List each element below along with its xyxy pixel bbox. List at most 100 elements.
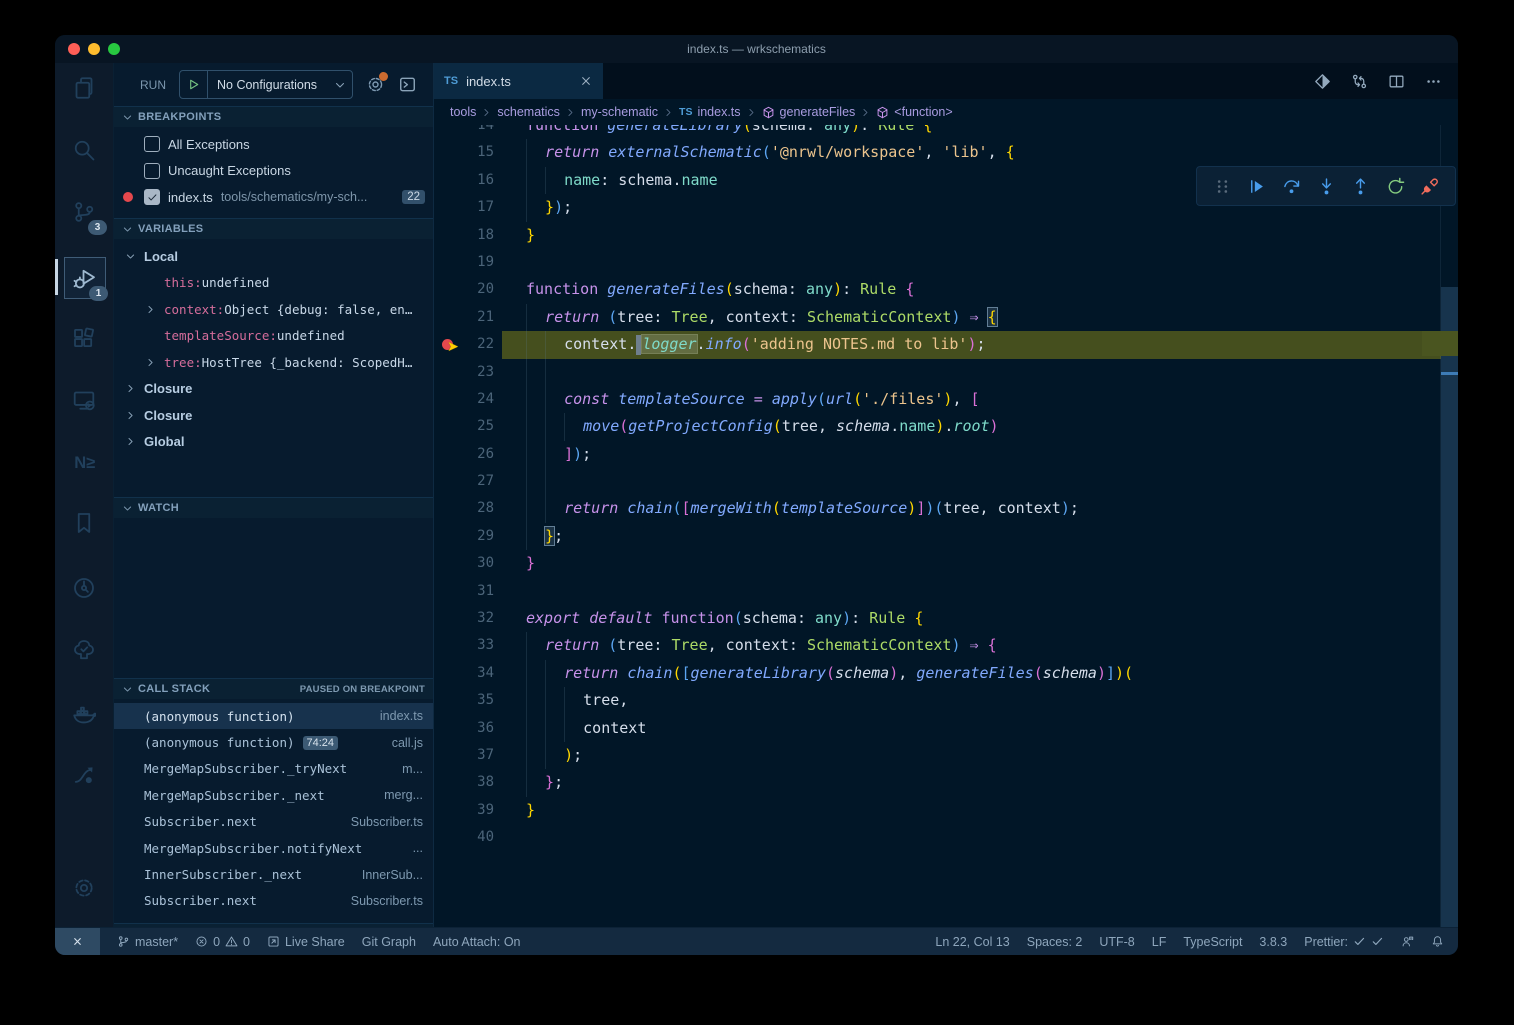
status-live-share[interactable]: Live Share: [267, 935, 345, 949]
code-line[interactable]: 29};: [434, 523, 1458, 550]
variable-row[interactable]: templateSource: undefined: [114, 323, 433, 350]
line-number[interactable]: 17: [434, 194, 494, 221]
activity-item-bookmarks[interactable]: [64, 503, 104, 543]
variable-row[interactable]: tree: HostTree {_backend: ScopedH…: [114, 349, 433, 376]
call-stack-frame[interactable]: MergeMapSubscriber.notifyNext...: [114, 835, 433, 861]
compare-changes-button[interactable]: [1351, 73, 1368, 90]
code-line[interactable]: 31: [434, 578, 1458, 605]
breadcrumb-item[interactable]: my-schematic: [581, 105, 658, 119]
status-feedback[interactable]: [1401, 935, 1414, 948]
code-line[interactable]: 34return chain([generateLibrary(schema),…: [434, 660, 1458, 687]
status-eol[interactable]: LF: [1152, 935, 1167, 949]
zoom-window-button[interactable]: [108, 43, 120, 55]
line-number[interactable]: 32: [434, 605, 494, 632]
code-line[interactable]: ➤22context.logger.info('adding NOTES.md …: [434, 331, 1458, 358]
code-line[interactable]: 15return externalSchematic('@nrwl/worksp…: [434, 139, 1458, 166]
breadcrumb-item[interactable]: generateFiles: [762, 105, 856, 119]
step-into-button[interactable]: [1317, 177, 1336, 196]
minimize-window-button[interactable]: [88, 43, 100, 55]
activity-item-nx-console[interactable]: N≥: [64, 442, 104, 482]
restart-button[interactable]: [1386, 177, 1405, 196]
code-line[interactable]: 18}: [434, 222, 1458, 249]
status-cursor-position[interactable]: Ln 22, Col 13: [935, 935, 1009, 949]
call-stack-frame[interactable]: (anonymous function)74:24call.js: [114, 729, 433, 755]
breakpoint-checkbox[interactable]: [144, 163, 160, 179]
line-number[interactable]: 34: [434, 660, 494, 687]
line-number[interactable]: 21: [434, 304, 494, 331]
status-language[interactable]: TypeScript: [1183, 935, 1242, 949]
start-debugging-button[interactable]: [180, 71, 208, 98]
code-line[interactable]: 28return chain([mergeWith(templateSource…: [434, 495, 1458, 522]
line-number[interactable]: 16: [434, 167, 494, 194]
breakpoint-row[interactable]: Uncaught Exceptions: [114, 158, 433, 185]
code-line[interactable]: 37);: [434, 742, 1458, 769]
continue-button[interactable]: [1247, 177, 1266, 196]
code-line[interactable]: 20function generateFiles(schema: any): R…: [434, 276, 1458, 303]
line-number[interactable]: 35: [434, 687, 494, 714]
breadcrumb-item[interactable]: schematics: [497, 105, 560, 119]
line-number[interactable]: 39: [434, 797, 494, 824]
breakpoint-row[interactable]: All Exceptions: [114, 131, 433, 158]
breakpoint-row[interactable]: index.tstools/schematics/my-sch...22: [114, 184, 433, 211]
status-auto-attach[interactable]: Auto Attach: On: [433, 935, 521, 949]
line-number[interactable]: 28: [434, 495, 494, 522]
line-number[interactable]: 29: [434, 523, 494, 550]
line-number[interactable]: 26: [434, 441, 494, 468]
code-line[interactable]: 40: [434, 824, 1458, 851]
line-number[interactable]: 24: [434, 386, 494, 413]
line-number[interactable]: 25: [434, 413, 494, 440]
variables-scope-row[interactable]: Local: [114, 243, 433, 270]
code-line[interactable]: 14function generateLibrary(schema: any):…: [434, 125, 1458, 139]
breakpoint-checkbox[interactable]: [144, 136, 160, 152]
code-line[interactable]: 32export default function(schema: any): …: [434, 605, 1458, 632]
step-over-button[interactable]: [1282, 177, 1301, 196]
activity-item-explorer[interactable]: [64, 68, 104, 108]
activity-item-settings[interactable]: [64, 868, 104, 908]
status-prettier[interactable]: Prettier:: [1304, 935, 1384, 949]
line-number[interactable]: 38: [434, 769, 494, 796]
code-line[interactable]: 23: [434, 359, 1458, 386]
disconnect-button[interactable]: [1420, 177, 1439, 196]
activity-item-search[interactable]: [64, 130, 104, 170]
open-changes-button[interactable]: [1314, 73, 1331, 90]
status-problems[interactable]: 00: [195, 935, 250, 949]
line-number[interactable]: 37: [434, 742, 494, 769]
variable-row[interactable]: this: undefined: [114, 270, 433, 297]
scrollbar-slider[interactable]: [1441, 287, 1458, 927]
close-icon[interactable]: [579, 74, 593, 88]
code-line[interactable]: 21return (tree: Tree, context: Schematic…: [434, 304, 1458, 331]
code-line[interactable]: 33return (tree: Tree, context: Schematic…: [434, 632, 1458, 659]
code-editor[interactable]: 14function generateLibrary(schema: any):…: [434, 125, 1458, 927]
variables-scope-row[interactable]: Closure: [114, 402, 433, 429]
activity-item-test-explorer[interactable]: [64, 630, 104, 670]
call-stack-frame[interactable]: MergeMapSubscriber._nextmerg...: [114, 782, 433, 808]
call-stack-frame[interactable]: (anonymous function)index.ts: [114, 703, 433, 729]
activity-item-run-and-debug[interactable]: 1: [64, 257, 106, 299]
editor-scrollbar[interactable]: [1440, 125, 1458, 927]
variable-row[interactable]: context: Object {debug: false, en…: [114, 296, 433, 323]
tab-index-ts[interactable]: TS index.ts: [434, 63, 603, 99]
line-number[interactable]: 22: [434, 331, 494, 358]
configure-gear-button[interactable]: [366, 75, 385, 94]
status-notifications[interactable]: [1431, 935, 1444, 948]
launch-configurations-dropdown[interactable]: No Configurations: [179, 70, 353, 99]
variables-scope-row[interactable]: Global: [114, 429, 433, 456]
activity-item-remote-explorer[interactable]: [64, 380, 104, 420]
status-git-branch[interactable]: master*: [117, 935, 178, 949]
status-indentation[interactable]: Spaces: 2: [1027, 935, 1083, 949]
activity-item-extensions[interactable]: [64, 318, 104, 358]
call-stack-frame[interactable]: InnerSubscriber._nextInnerSub...: [114, 861, 433, 887]
step-out-button[interactable]: [1351, 177, 1370, 196]
section-header-breakpoints[interactable]: BREAKPOINTS: [114, 106, 433, 127]
code-line[interactable]: 38};: [434, 769, 1458, 796]
breadcrumb-item[interactable]: <function>: [876, 105, 952, 119]
breadcrumb[interactable]: toolsschematicsmy-schematicTSindex.tsgen…: [434, 99, 1458, 125]
breadcrumb-item[interactable]: TSindex.ts: [679, 105, 741, 119]
code-line[interactable]: 25move(getProjectConfig(tree, schema.nam…: [434, 413, 1458, 440]
code-line[interactable]: 24const templateSource = apply(url('./fi…: [434, 386, 1458, 413]
drag-handle-button[interactable]: [1213, 177, 1232, 196]
line-number[interactable]: 33: [434, 632, 494, 659]
line-number[interactable]: 18: [434, 222, 494, 249]
line-number[interactable]: 31: [434, 578, 494, 605]
status-remote-indicator[interactable]: [55, 928, 100, 955]
